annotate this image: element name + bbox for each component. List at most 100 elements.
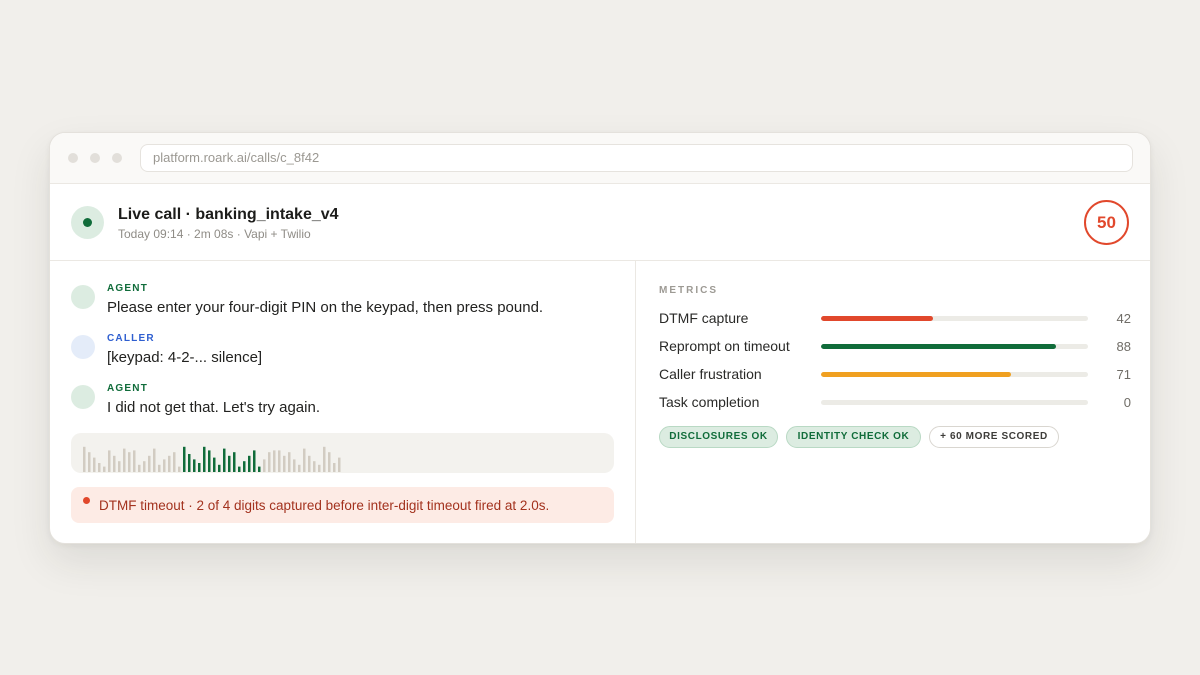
waveform-bar bbox=[198, 463, 201, 472]
waveform-bar bbox=[128, 452, 131, 472]
waveform-bar bbox=[328, 452, 331, 472]
waveform-bar bbox=[278, 450, 281, 472]
metric-bar-track bbox=[821, 400, 1088, 405]
waveform-bar bbox=[263, 459, 266, 472]
turn-role: AGENT bbox=[107, 383, 148, 394]
waveform-bar bbox=[248, 455, 251, 472]
waveform-bar bbox=[243, 461, 246, 472]
call-score-badge: 50 bbox=[1084, 200, 1129, 245]
waveform-bar bbox=[233, 452, 236, 472]
window-minimize-dot[interactable] bbox=[90, 153, 100, 163]
metric-name: DTMF capture bbox=[659, 310, 749, 326]
waveform-bar bbox=[213, 457, 216, 472]
waveform-bar bbox=[163, 459, 166, 472]
waveform-bar bbox=[218, 464, 221, 472]
waveform-bar bbox=[333, 463, 336, 472]
waveform-bar bbox=[338, 457, 341, 472]
alert-dot-icon bbox=[83, 497, 90, 504]
waveform-bar bbox=[303, 448, 306, 472]
waveform-bar bbox=[83, 446, 86, 472]
waveform-bar bbox=[183, 446, 186, 472]
waveform-bar bbox=[173, 452, 176, 472]
turn-text: Please enter your four-digit PIN on the … bbox=[107, 299, 544, 316]
turn-text: I did not get that. Let's try again. bbox=[107, 399, 320, 416]
metric-row: DTMF capture 42 bbox=[659, 309, 1131, 329]
waveform-bar bbox=[108, 450, 111, 472]
metric-bar-track bbox=[821, 372, 1088, 377]
waveform-bar bbox=[148, 455, 151, 472]
waveform-bar bbox=[188, 454, 191, 472]
live-status-icon bbox=[71, 206, 104, 239]
metric-name: Task completion bbox=[659, 394, 760, 410]
metric-value: 42 bbox=[1116, 311, 1131, 326]
waveform-bar bbox=[298, 464, 301, 472]
chip-more-scored[interactable]: + 60 MORE SCORED bbox=[929, 426, 1059, 448]
waveform-bar bbox=[308, 455, 311, 472]
waveform-bar bbox=[293, 459, 296, 472]
metric-bar-fill bbox=[821, 372, 1011, 377]
waveform-bar bbox=[318, 464, 321, 472]
metrics-pane: METRICS DTMF capture 42 Reprompt on time… bbox=[637, 261, 1150, 543]
waveform-bar bbox=[138, 464, 141, 472]
call-header: Live call · banking_intake_v4 Today 09:1… bbox=[50, 184, 1150, 261]
metric-row: Reprompt on timeout 88 bbox=[659, 337, 1131, 357]
waveform-bar bbox=[273, 450, 276, 472]
waveform-bar bbox=[313, 461, 316, 472]
browser-window: platform.roark.ai/calls/c_8f42 Live call… bbox=[49, 132, 1151, 544]
metric-value: 71 bbox=[1116, 367, 1131, 382]
alert-text: DTMF timeout · 2 of 4 digits captured be… bbox=[99, 498, 550, 513]
turn-role: CALLER bbox=[107, 333, 155, 344]
agent-avatar bbox=[71, 285, 95, 309]
metrics-heading: METRICS bbox=[659, 285, 718, 296]
waveform-bar bbox=[258, 466, 261, 472]
waveform-bar bbox=[268, 452, 271, 472]
url-bar[interactable]: platform.roark.ai/calls/c_8f42 bbox=[140, 144, 1133, 172]
metric-bar-fill bbox=[821, 316, 934, 321]
call-title: Live call · banking_intake_v4 bbox=[118, 206, 339, 223]
waveform-bar bbox=[103, 466, 106, 472]
caller-avatar bbox=[71, 335, 95, 359]
turn-text: [keypad: 4-2-... silence] bbox=[107, 349, 263, 366]
waveform-bar bbox=[203, 446, 206, 472]
transcript-pane: AGENT Please enter your four-digit PIN o… bbox=[50, 261, 636, 543]
metric-bar-track bbox=[821, 344, 1088, 349]
dtmf-timeout-alert: DTMF timeout · 2 of 4 digits captured be… bbox=[71, 487, 614, 523]
metric-value: 0 bbox=[1123, 395, 1131, 410]
metric-name: Reprompt on timeout bbox=[659, 338, 790, 354]
waveform-bar bbox=[288, 452, 291, 472]
waveform-bars bbox=[83, 446, 341, 472]
waveform-bar bbox=[238, 466, 241, 472]
call-subtitle: Today 09:14 · 2m 08s · Vapi + Twilio bbox=[118, 227, 311, 241]
window-maximize-dot[interactable] bbox=[112, 153, 122, 163]
metric-value: 88 bbox=[1116, 339, 1131, 354]
waveform-bar bbox=[158, 464, 161, 472]
waveform-bar bbox=[153, 448, 156, 472]
metric-row: Task completion 0 bbox=[659, 393, 1131, 413]
waveform-bar bbox=[133, 450, 136, 472]
metric-row: Caller frustration 71 bbox=[659, 365, 1131, 385]
metric-name: Caller frustration bbox=[659, 366, 762, 382]
waveform-bar bbox=[143, 461, 146, 472]
waveform-bar bbox=[113, 455, 116, 472]
waveform-bar bbox=[223, 448, 226, 472]
chip-disclosures-ok[interactable]: DISCLOSURES OK bbox=[659, 426, 778, 448]
waveform-bar bbox=[168, 455, 171, 472]
waveform-bar bbox=[208, 450, 211, 472]
browser-chrome: platform.roark.ai/calls/c_8f42 bbox=[50, 133, 1150, 184]
waveform-bar bbox=[88, 452, 91, 472]
audio-waveform[interactable] bbox=[71, 433, 614, 473]
waveform-bar bbox=[93, 457, 96, 472]
chip-identity-check-ok[interactable]: IDENTITY CHECK OK bbox=[786, 426, 921, 448]
waveform-bar bbox=[98, 463, 101, 472]
waveform-bar bbox=[228, 455, 231, 472]
waveform-bar bbox=[123, 448, 126, 472]
waveform-bar bbox=[253, 450, 256, 472]
window-close-dot[interactable] bbox=[68, 153, 78, 163]
turn-role: AGENT bbox=[107, 283, 148, 294]
agent-avatar bbox=[71, 385, 95, 409]
waveform-bar bbox=[323, 446, 326, 472]
waveform-bar bbox=[178, 466, 181, 472]
metric-bar-track bbox=[821, 316, 1088, 321]
waveform-bar bbox=[283, 455, 286, 472]
live-dot-icon bbox=[83, 218, 92, 227]
